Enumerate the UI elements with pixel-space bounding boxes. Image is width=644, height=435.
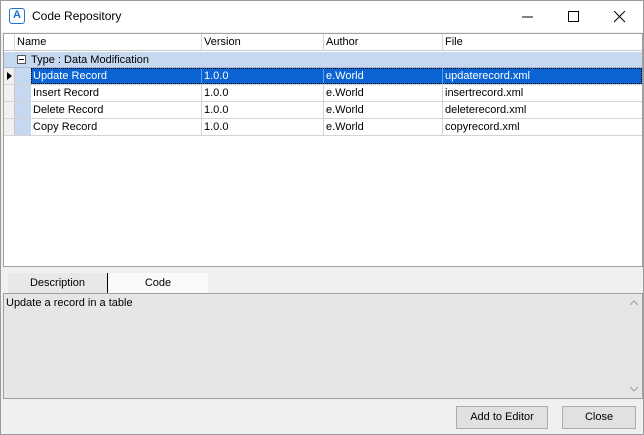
group-label: Type : Data Modification <box>31 54 150 66</box>
row-selector[interactable] <box>4 85 15 101</box>
column-header-version[interactable]: Version <box>202 34 324 51</box>
group-row[interactable]: Type : Data Modification <box>4 52 642 68</box>
scroll-up-icon[interactable] <box>630 300 638 306</box>
vertical-scrollbar[interactable] <box>626 294 642 398</box>
cell-version[interactable]: 1.0.0 <box>202 119 324 135</box>
table-row[interactable]: Delete Record 1.0.0 e.World deleterecord… <box>4 102 642 119</box>
row-selector[interactable] <box>4 68 15 84</box>
window-title: Code Repository <box>32 9 122 23</box>
maximize-icon <box>568 11 579 22</box>
grid-header: Name Version Author File <box>4 34 642 51</box>
table-row[interactable]: Update Record 1.0.0 e.World updaterecord… <box>4 68 642 85</box>
close-window-button[interactable] <box>597 1 643 32</box>
maximize-button[interactable] <box>551 1 597 32</box>
table-row[interactable]: Insert Record 1.0.0 e.World insertrecord… <box>4 85 642 102</box>
cell-author[interactable]: e.World <box>324 68 443 84</box>
group-indent <box>15 102 31 118</box>
close-button[interactable]: Close <box>562 406 636 429</box>
column-header-name[interactable]: Name <box>15 34 202 51</box>
cell-name[interactable]: Copy Record <box>31 119 202 135</box>
cell-file[interactable]: deleterecord.xml <box>443 102 642 118</box>
row-selector[interactable] <box>4 102 15 118</box>
cell-author[interactable]: e.World <box>324 102 443 118</box>
cell-file[interactable]: updaterecord.xml <box>443 68 642 84</box>
column-header-file[interactable]: File <box>443 34 642 51</box>
group-indent <box>15 119 31 135</box>
scroll-down-icon[interactable] <box>630 386 638 392</box>
collapse-icon[interactable] <box>17 55 26 64</box>
cell-name[interactable]: Insert Record <box>31 85 202 101</box>
code-grid[interactable]: Name Version Author File Type : Data Mod… <box>3 33 643 267</box>
cell-version[interactable]: 1.0.0 <box>202 102 324 118</box>
title-bar: A Code Repository <box>1 1 643 32</box>
cell-name[interactable]: Update Record <box>31 68 202 84</box>
table-row[interactable]: Copy Record 1.0.0 e.World copyrecord.xml <box>4 119 642 136</box>
row-selector[interactable] <box>4 119 15 135</box>
tab-code[interactable]: Code <box>107 273 208 293</box>
description-text: Update a record in a table <box>6 297 133 309</box>
close-icon <box>614 11 626 23</box>
cell-file[interactable]: insertrecord.xml <box>443 85 642 101</box>
code-repository-window: A Code Repository Name Version Author Fi… <box>0 0 644 435</box>
app-logo-icon: A <box>9 8 25 24</box>
group-indent <box>15 85 31 101</box>
group-indent <box>15 68 31 84</box>
minimize-button[interactable] <box>505 1 551 32</box>
tab-description[interactable]: Description <box>8 273 107 293</box>
cell-author[interactable]: e.World <box>324 85 443 101</box>
cell-version[interactable]: 1.0.0 <box>202 68 324 84</box>
cell-author[interactable]: e.World <box>324 119 443 135</box>
cell-file[interactable]: copyrecord.xml <box>443 119 642 135</box>
minimize-icon <box>522 16 533 18</box>
row-selector-header <box>4 34 15 51</box>
column-header-author[interactable]: Author <box>324 34 443 51</box>
cell-name[interactable]: Delete Record <box>31 102 202 118</box>
current-row-arrow-icon <box>7 72 12 80</box>
add-to-editor-button[interactable]: Add to Editor <box>456 406 548 429</box>
description-panel[interactable]: Update a record in a table <box>3 293 643 399</box>
cell-version[interactable]: 1.0.0 <box>202 85 324 101</box>
